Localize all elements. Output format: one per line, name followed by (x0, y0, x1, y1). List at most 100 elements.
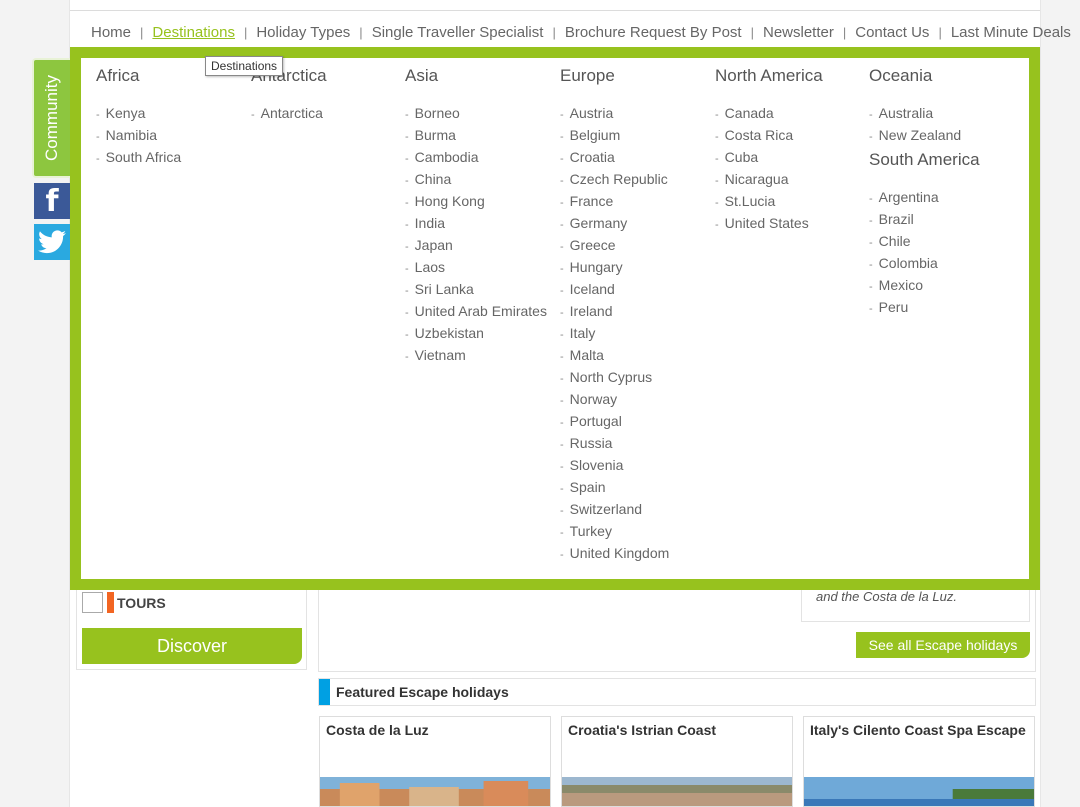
bullet-dash: - (405, 285, 409, 297)
destination-link-hong-kong[interactable]: - Hong Kong (405, 190, 555, 212)
nav-item-destinations[interactable]: Destinations (152, 24, 235, 41)
bullet-dash: - (96, 153, 100, 165)
destination-link-kenya[interactable]: - Kenya (96, 102, 246, 124)
destination-label: Hungary (569, 259, 623, 275)
destination-label: Russia (569, 435, 613, 451)
bullet-dash: - (560, 153, 564, 165)
destination-link-uzbekistan[interactable]: - Uzbekistan (405, 322, 555, 344)
holiday-card[interactable]: Italy's Cilento Coast Spa Escape (803, 716, 1035, 807)
destination-link-cuba[interactable]: - Cuba (715, 146, 865, 168)
nav-item-holiday-types[interactable]: Holiday Types (256, 24, 350, 41)
destination-link-antarctica[interactable]: - Antarctica (251, 102, 401, 124)
destination-label: India (414, 215, 446, 231)
bullet-dash: - (560, 175, 564, 187)
destination-link-cambodia[interactable]: - Cambodia (405, 146, 555, 168)
destination-link-st-lucia[interactable]: - St.Lucia (715, 190, 865, 212)
tours-checkbox[interactable] (82, 592, 103, 613)
destination-link-czech-republic[interactable]: - Czech Republic (560, 168, 710, 190)
bullet-dash: - (869, 281, 873, 293)
destination-link-france[interactable]: - France (560, 190, 710, 212)
destination-label: Germany (569, 215, 628, 231)
bullet-dash: - (560, 285, 564, 297)
community-tab[interactable]: Community (32, 58, 70, 178)
destination-link-portugal[interactable]: - Portugal (560, 410, 710, 432)
destination-link-namibia[interactable]: - Namibia (96, 124, 246, 146)
holiday-card[interactable]: Costa de la Luz (319, 716, 551, 807)
destination-link-nicaragua[interactable]: - Nicaragua (715, 168, 865, 190)
destination-link-vietnam[interactable]: - Vietnam (405, 344, 555, 366)
holiday-card-image[interactable] (804, 777, 1034, 807)
destination-link-slovenia[interactable]: - Slovenia (560, 454, 710, 476)
destination-link-russia[interactable]: - Russia (560, 432, 710, 454)
destination-label: Chile (878, 233, 911, 249)
destination-label: Austria (569, 105, 614, 121)
destination-link-china[interactable]: - China (405, 168, 555, 190)
region-title-europe[interactable]: Europe (560, 66, 710, 94)
destination-link-united-states[interactable]: - United States (715, 212, 865, 234)
destination-link-ireland[interactable]: - Ireland (560, 300, 710, 322)
destination-link-croatia[interactable]: - Croatia (560, 146, 710, 168)
tours-filter-row[interactable]: TOURS (82, 592, 166, 613)
destination-link-turkey[interactable]: - Turkey (560, 520, 710, 542)
holiday-card-title[interactable]: Croatia's Istrian Coast (568, 722, 716, 738)
destination-link-belgium[interactable]: - Belgium (560, 124, 710, 146)
destination-link-australia[interactable]: - Australia (869, 102, 1019, 124)
destination-link-north-cyprus[interactable]: - North Cyprus (560, 366, 710, 388)
destination-link-greece[interactable]: - Greece (560, 234, 710, 256)
destination-link-united-kingdom[interactable]: - United Kingdom (560, 542, 710, 564)
destination-link-brazil[interactable]: - Brazil (869, 208, 1019, 230)
destination-link-canada[interactable]: - Canada (715, 102, 865, 124)
destination-link-south-africa[interactable]: - South Africa (96, 146, 246, 168)
region-title-asia[interactable]: Asia (405, 66, 555, 94)
destination-label: St.Lucia (724, 193, 776, 209)
nav-item-home[interactable]: Home (91, 24, 131, 41)
bullet-dash: - (560, 373, 564, 385)
holiday-card[interactable]: Croatia's Istrian Coast (561, 716, 793, 807)
nav-item-newsletter[interactable]: Newsletter (763, 24, 834, 41)
nav-item-brochure-request-by-post[interactable]: Brochure Request By Post (565, 24, 742, 41)
nav-item-contact-us[interactable]: Contact Us (855, 24, 929, 41)
destination-link-peru[interactable]: - Peru (869, 296, 1019, 318)
holiday-card-title[interactable]: Costa de la Luz (326, 722, 429, 738)
facebook-icon[interactable]: f (34, 183, 70, 219)
bullet-dash: - (560, 197, 564, 209)
destination-label: Turkey (569, 523, 612, 539)
destination-link-italy[interactable]: - Italy (560, 322, 710, 344)
destination-link-malta[interactable]: - Malta (560, 344, 710, 366)
destination-link-spain[interactable]: - Spain (560, 476, 710, 498)
region-title-north-america[interactable]: North America (715, 66, 865, 94)
destination-link-argentina[interactable]: - Argentina (869, 186, 1019, 208)
destination-link-sri-lanka[interactable]: - Sri Lanka (405, 278, 555, 300)
holiday-card-title[interactable]: Italy's Cilento Coast Spa Escape (810, 722, 1026, 738)
destination-link-colombia[interactable]: - Colombia (869, 252, 1019, 274)
destination-link-germany[interactable]: - Germany (560, 212, 710, 234)
destination-link-india[interactable]: - India (405, 212, 555, 234)
destination-link-austria[interactable]: - Austria (560, 102, 710, 124)
destination-link-united-arab-emirates[interactable]: - United Arab Emirates (405, 300, 555, 322)
twitter-icon[interactable] (34, 224, 70, 260)
discover-button[interactable]: Discover (82, 628, 302, 664)
destination-link-iceland[interactable]: - Iceland (560, 278, 710, 300)
holiday-card-image[interactable] (562, 777, 792, 807)
twitter-bird-icon (38, 230, 66, 254)
destination-link-costa-rica[interactable]: - Costa Rica (715, 124, 865, 146)
destination-link-norway[interactable]: - Norway (560, 388, 710, 410)
destination-link-borneo[interactable]: - Borneo (405, 102, 555, 124)
destination-link-chile[interactable]: - Chile (869, 230, 1019, 252)
destination-link-hungary[interactable]: - Hungary (560, 256, 710, 278)
nav-item-last-minute-deals[interactable]: Last Minute Deals (951, 24, 1071, 41)
bullet-dash: - (869, 131, 873, 143)
destination-link-mexico[interactable]: - Mexico (869, 274, 1019, 296)
region-title-oceania[interactable]: Oceania (869, 66, 1019, 94)
destination-label: Namibia (105, 127, 158, 143)
nav-item-single-traveller-specialist[interactable]: Single Traveller Specialist (372, 24, 544, 41)
holiday-card-image[interactable] (320, 777, 550, 807)
escape-quote-text: and the Costa de la Luz. (816, 589, 957, 604)
region-title-south-america[interactable]: South America (869, 150, 1019, 178)
see-all-escape-button[interactable]: See all Escape holidays (856, 632, 1030, 658)
destination-link-burma[interactable]: - Burma (405, 124, 555, 146)
destination-link-japan[interactable]: - Japan (405, 234, 555, 256)
destination-link-new-zealand[interactable]: - New Zealand (869, 124, 1019, 146)
destination-link-switzerland[interactable]: - Switzerland (560, 498, 710, 520)
destination-link-laos[interactable]: - Laos (405, 256, 555, 278)
